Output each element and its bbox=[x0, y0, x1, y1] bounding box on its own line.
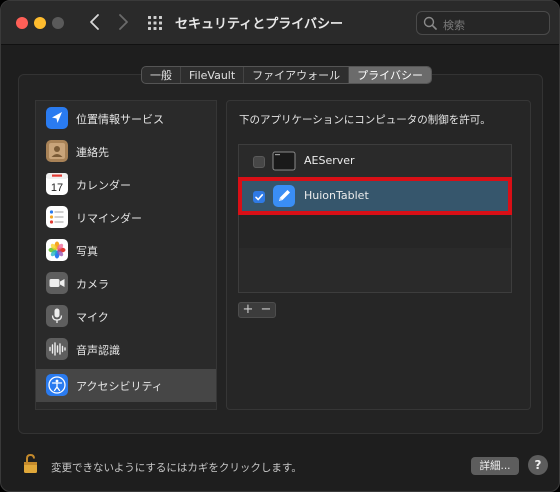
location-arrow-icon bbox=[46, 107, 68, 129]
pane-description: 下のアプリケーションにコンピュータの制御を許可。 bbox=[239, 114, 491, 126]
sidebar-item-label: 写真 bbox=[76, 245, 98, 258]
accessibility-icon bbox=[46, 374, 68, 396]
search-placeholder: 検索 bbox=[443, 19, 465, 32]
empty-list-row bbox=[239, 249, 511, 292]
tab-firewall[interactable]: ファイアウォール bbox=[244, 67, 350, 83]
remove-app-button[interactable]: − bbox=[257, 303, 275, 317]
tab-privacy[interactable]: プライバシー bbox=[349, 67, 431, 83]
forward-button[interactable] bbox=[113, 11, 133, 33]
sidebar-item-photos[interactable]: 写真 bbox=[36, 234, 216, 267]
calendar-day: 17 bbox=[51, 182, 63, 194]
sidebar-item-label: 音声認識 bbox=[76, 344, 120, 357]
app-list: AEServer HuionTablet bbox=[238, 144, 512, 293]
unlocked-padlock-icon[interactable] bbox=[23, 453, 41, 475]
sidebar-item-label: アクセシビリティ bbox=[76, 380, 163, 393]
sidebar-item-camera[interactable]: カメラ bbox=[36, 267, 216, 300]
add-app-button[interactable]: + bbox=[239, 303, 257, 317]
privacy-category-list: 位置情報サービス 連絡先 17 カレンダー リマインダー 写真 カメラ マイク … bbox=[35, 100, 217, 410]
chevron-left-icon bbox=[90, 14, 99, 30]
preferences-window: セキュリティとプライバシー 検索 一般 FileVault ファイアウォール プ… bbox=[0, 0, 560, 492]
sidebar-item-label: カレンダー bbox=[76, 179, 131, 192]
app-name: AEServer bbox=[304, 154, 355, 167]
zoom-window-button[interactable] bbox=[52, 17, 64, 29]
back-button[interactable] bbox=[85, 11, 105, 33]
camera-icon bbox=[46, 272, 68, 294]
sidebar-item-reminders[interactable]: リマインダー bbox=[36, 201, 216, 234]
sidebar-item-microphone[interactable]: マイク bbox=[36, 300, 216, 333]
photos-icon bbox=[46, 239, 68, 261]
help-button[interactable]: ? bbox=[528, 455, 548, 475]
sidebar-item-contacts[interactable]: 連絡先 bbox=[36, 135, 216, 168]
search-icon bbox=[423, 16, 437, 30]
sidebar-item-speech-recognition[interactable]: 音声認識 bbox=[36, 333, 216, 366]
advanced-button[interactable]: 詳細... bbox=[471, 457, 519, 475]
sidebar-item-label: カメラ bbox=[76, 278, 109, 291]
list-item-aeserver[interactable]: AEServer bbox=[239, 145, 511, 178]
sidebar-item-label: マイク bbox=[76, 311, 109, 324]
tab-filevault[interactable]: FileVault bbox=[181, 67, 245, 83]
sidebar-item-calendar[interactable]: 17 カレンダー bbox=[36, 168, 216, 201]
sidebar-item-label: リマインダー bbox=[76, 212, 142, 225]
speech-recognition-icon bbox=[46, 338, 68, 360]
sidebar-item-label: 連絡先 bbox=[76, 146, 109, 159]
microphone-icon bbox=[46, 305, 68, 327]
chevron-right-icon bbox=[119, 14, 128, 30]
tab-general[interactable]: 一般 bbox=[142, 67, 181, 83]
sidebar-item-accessibility[interactable]: アクセシビリティ bbox=[36, 369, 216, 402]
lock-instruction-text: 変更できないようにするにはカギをクリックします。 bbox=[51, 462, 302, 474]
tab-bar: 一般 FileVault ファイアウォール プライバシー bbox=[141, 66, 432, 84]
title-bar: セキュリティとプライバシー 検索 bbox=[1, 1, 559, 45]
reminders-icon bbox=[46, 206, 68, 228]
search-field[interactable]: 検索 bbox=[416, 11, 550, 35]
terminal-icon bbox=[272, 149, 296, 173]
app-checkbox-aeserver[interactable] bbox=[253, 156, 265, 168]
close-window-button[interactable] bbox=[16, 17, 28, 29]
contacts-icon bbox=[46, 140, 68, 162]
sidebar-item-label: 位置情報サービス bbox=[76, 113, 164, 126]
minimize-window-button[interactable] bbox=[34, 17, 46, 29]
calendar-icon: 17 bbox=[46, 173, 68, 195]
red-highlight-box bbox=[238, 177, 512, 215]
sidebar-item-location-services[interactable]: 位置情報サービス bbox=[36, 102, 216, 135]
window-title: セキュリティとプライバシー bbox=[175, 17, 343, 32]
show-all-grid-icon[interactable] bbox=[147, 15, 163, 31]
empty-list-row bbox=[239, 215, 511, 248]
add-remove-control: + − bbox=[238, 302, 276, 318]
